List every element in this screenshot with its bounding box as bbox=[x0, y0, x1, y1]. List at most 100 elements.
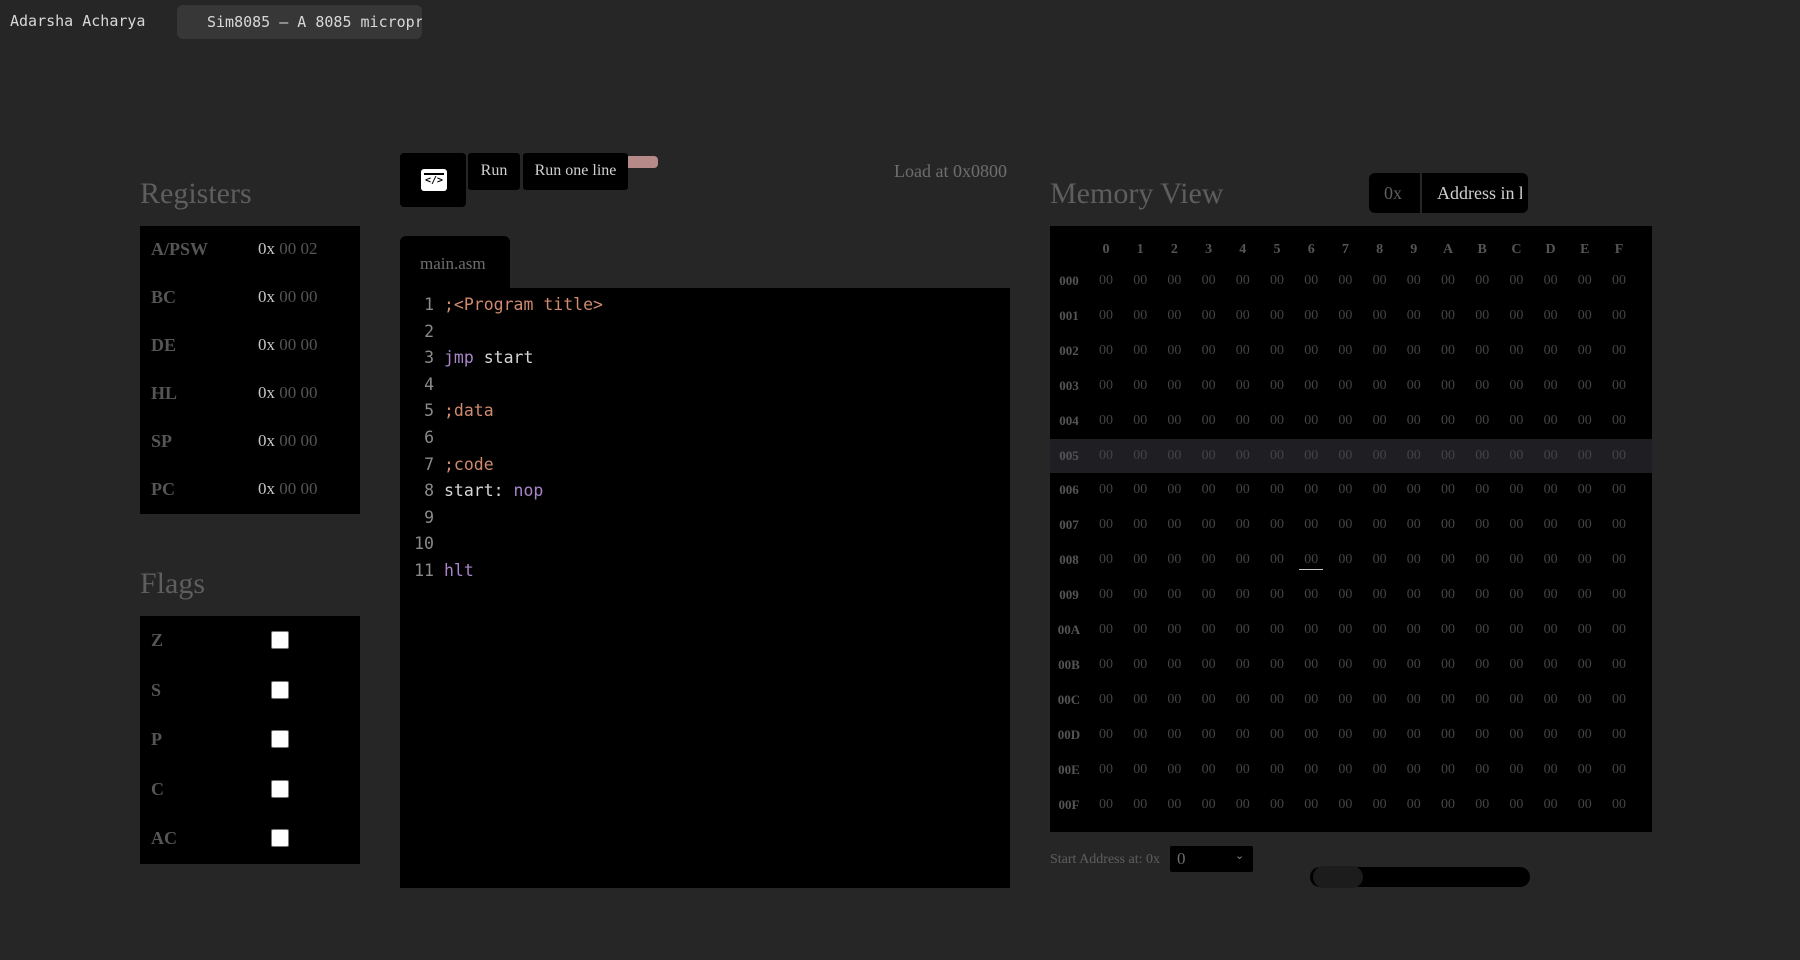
memory-cell[interactable]: 00 bbox=[1368, 622, 1392, 638]
memory-cell[interactable]: 00 bbox=[1162, 308, 1186, 324]
memory-cell[interactable]: 00 bbox=[1539, 587, 1563, 603]
memory-cell[interactable]: 00 bbox=[1128, 587, 1152, 603]
memory-cell[interactable]: 00 bbox=[1231, 797, 1255, 813]
memory-cell[interactable]: 00 bbox=[1333, 587, 1357, 603]
memory-cell[interactable]: 00 bbox=[1197, 343, 1221, 359]
memory-cell[interactable]: 00 bbox=[1128, 308, 1152, 324]
memory-cell[interactable]: 00 bbox=[1094, 343, 1118, 359]
memory-cell[interactable]: 00 bbox=[1333, 273, 1357, 289]
memory-cell[interactable]: 00 bbox=[1539, 378, 1563, 394]
memory-cell[interactable]: 00 bbox=[1504, 727, 1528, 743]
memory-cell[interactable]: 00 bbox=[1299, 413, 1323, 429]
memory-cell[interactable]: 00 bbox=[1368, 552, 1392, 568]
memory-cell[interactable]: 00 bbox=[1470, 308, 1494, 324]
memory-cell[interactable]: 00 bbox=[1162, 517, 1186, 533]
memory-cell[interactable]: 00 bbox=[1402, 552, 1426, 568]
memory-cell[interactable]: 00 bbox=[1333, 552, 1357, 568]
memory-cell[interactable]: 00 bbox=[1504, 378, 1528, 394]
memory-cell[interactable]: 00 bbox=[1197, 727, 1221, 743]
memory-cell[interactable]: 00 bbox=[1333, 448, 1357, 464]
memory-cell[interactable]: 00 bbox=[1265, 657, 1289, 673]
memory-cell[interactable]: 00 bbox=[1470, 343, 1494, 359]
memory-cell[interactable]: 00 bbox=[1162, 622, 1186, 638]
memory-cell[interactable]: 00 bbox=[1539, 552, 1563, 568]
memory-cell[interactable]: 00 bbox=[1607, 482, 1631, 498]
memory-cell[interactable]: 00 bbox=[1402, 727, 1426, 743]
memory-cell[interactable]: 00 bbox=[1162, 762, 1186, 778]
memory-cell[interactable]: 00 bbox=[1368, 413, 1392, 429]
memory-cell[interactable]: 00 bbox=[1265, 762, 1289, 778]
flag-checkbox[interactable] bbox=[271, 631, 289, 649]
memory-cell[interactable]: 00 bbox=[1094, 273, 1118, 289]
memory-cell[interactable]: 00 bbox=[1231, 692, 1255, 708]
memory-cell[interactable]: 00 bbox=[1539, 692, 1563, 708]
memory-cell[interactable]: 00 bbox=[1333, 797, 1357, 813]
memory-cell[interactable]: 00 bbox=[1573, 378, 1597, 394]
flag-checkbox[interactable] bbox=[271, 680, 289, 699]
memory-cell[interactable]: 00 bbox=[1539, 343, 1563, 359]
memory-cell[interactable]: 00 bbox=[1402, 413, 1426, 429]
memory-cell[interactable]: 00 bbox=[1402, 657, 1426, 673]
memory-cell[interactable]: 00 bbox=[1265, 378, 1289, 394]
memory-cell[interactable]: 00 bbox=[1504, 482, 1528, 498]
memory-cell[interactable]: 00 bbox=[1573, 273, 1597, 289]
memory-cell[interactable]: 00 bbox=[1231, 378, 1255, 394]
memory-cell[interactable]: 00 bbox=[1162, 552, 1186, 568]
memory-cell[interactable]: 00 bbox=[1128, 378, 1152, 394]
memory-cell[interactable]: 00 bbox=[1436, 517, 1460, 533]
memory-cell[interactable]: 00 bbox=[1368, 448, 1392, 464]
memory-cell[interactable]: 00 bbox=[1368, 727, 1392, 743]
memory-cell[interactable]: 00 bbox=[1607, 552, 1631, 568]
memory-cell[interactable]: 00 bbox=[1470, 273, 1494, 289]
memory-cell[interactable]: 00 bbox=[1299, 448, 1323, 464]
memory-cell[interactable]: 00 bbox=[1299, 308, 1323, 324]
memory-cell[interactable]: 00 bbox=[1333, 413, 1357, 429]
memory-cell[interactable]: 00 bbox=[1128, 657, 1152, 673]
memory-cell[interactable]: 00 bbox=[1265, 413, 1289, 429]
flag-checkbox[interactable] bbox=[271, 829, 289, 847]
memory-cell[interactable]: 00 bbox=[1504, 273, 1528, 289]
memory-cell[interactable]: 00 bbox=[1436, 448, 1460, 464]
memory-cell[interactable]: 00 bbox=[1402, 762, 1426, 778]
memory-cell[interactable]: 00 bbox=[1162, 587, 1186, 603]
memory-cell[interactable]: 00 bbox=[1573, 517, 1597, 533]
memory-cell[interactable]: 00 bbox=[1368, 797, 1392, 813]
memory-cell[interactable]: 00 bbox=[1539, 622, 1563, 638]
memory-cell[interactable]: 00 bbox=[1197, 482, 1221, 498]
memory-cell[interactable]: 00 bbox=[1299, 343, 1323, 359]
memory-cell[interactable]: 00 bbox=[1607, 657, 1631, 673]
memory-cell[interactable]: 00 bbox=[1436, 797, 1460, 813]
memory-cell[interactable]: 00 bbox=[1607, 273, 1631, 289]
memory-cell[interactable]: 00 bbox=[1128, 482, 1152, 498]
memory-cell[interactable]: 00 bbox=[1470, 622, 1494, 638]
memory-cell[interactable]: 00 bbox=[1333, 308, 1357, 324]
run-one-line-button[interactable]: Run one line bbox=[523, 153, 628, 190]
memory-cell[interactable]: 00 bbox=[1265, 482, 1289, 498]
memory-cell[interactable]: 00 bbox=[1607, 413, 1631, 429]
memory-cell[interactable]: 00 bbox=[1539, 413, 1563, 429]
memory-cell[interactable]: 00 bbox=[1436, 657, 1460, 673]
memory-cell[interactable]: 00 bbox=[1197, 657, 1221, 673]
memory-cell[interactable]: 00 bbox=[1128, 727, 1152, 743]
memory-cell[interactable]: 00 bbox=[1197, 308, 1221, 324]
memory-cell[interactable]: 00 bbox=[1402, 482, 1426, 498]
memory-cell[interactable]: 00 bbox=[1333, 727, 1357, 743]
memory-cell[interactable]: 00 bbox=[1197, 273, 1221, 289]
memory-cell[interactable]: 00 bbox=[1368, 308, 1392, 324]
memory-cell[interactable]: 00 bbox=[1162, 657, 1186, 673]
memory-cell[interactable]: 00 bbox=[1094, 622, 1118, 638]
memory-cell[interactable]: 00 bbox=[1299, 587, 1323, 603]
memory-cell[interactable]: 00 bbox=[1128, 797, 1152, 813]
memory-cell[interactable]: 00 bbox=[1299, 692, 1323, 708]
memory-cell[interactable]: 00 bbox=[1128, 552, 1152, 568]
run-button[interactable]: Run bbox=[468, 153, 520, 190]
memory-cell[interactable]: 00 bbox=[1265, 622, 1289, 638]
memory-cell[interactable]: 00 bbox=[1265, 797, 1289, 813]
memory-cell[interactable]: 00 bbox=[1436, 587, 1460, 603]
memory-cell[interactable]: 00 bbox=[1299, 797, 1323, 813]
memory-cell[interactable]: 00 bbox=[1436, 308, 1460, 324]
memory-cell[interactable]: 00 bbox=[1573, 482, 1597, 498]
memory-cell[interactable]: 00 bbox=[1368, 343, 1392, 359]
memory-cell[interactable]: 00 bbox=[1436, 343, 1460, 359]
memory-cell[interactable]: 00 bbox=[1470, 797, 1494, 813]
